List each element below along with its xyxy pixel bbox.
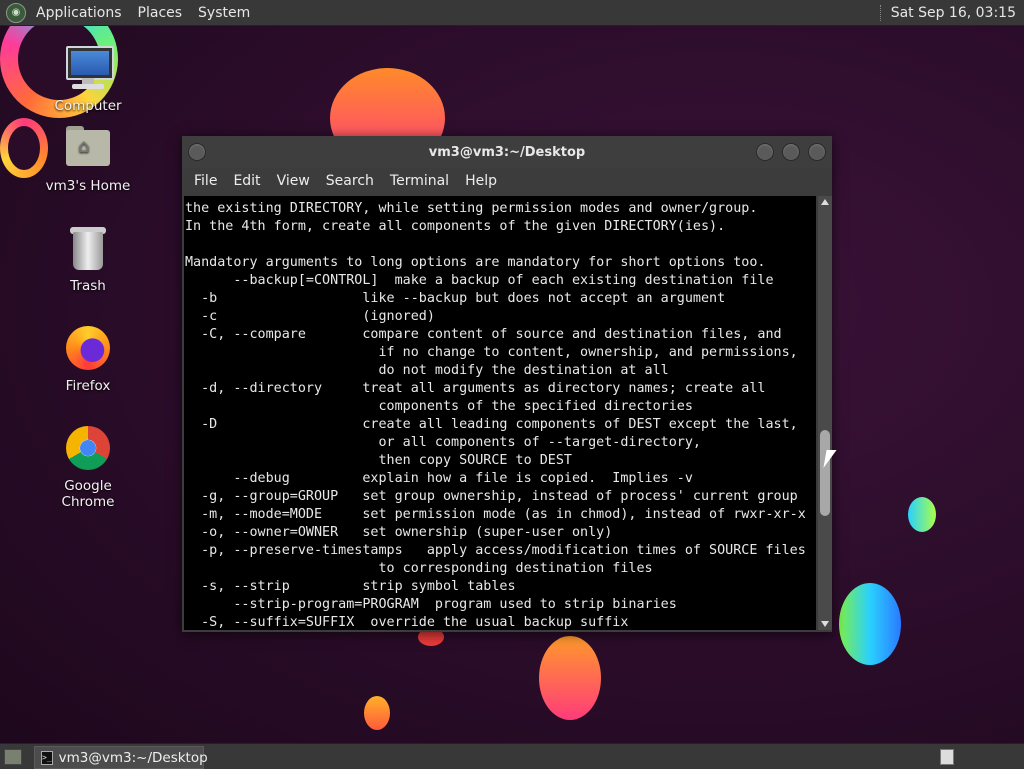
menu-system[interactable]: System <box>190 5 258 21</box>
wallpaper-orange-blob-bottom <box>539 636 601 720</box>
terminal-line: Mandatory arguments to long options are … <box>185 255 766 270</box>
terminal-line: do not modify the destination at all <box>185 363 669 378</box>
taskbar-item-label: vm3@vm3:~/Desktop <box>58 749 208 766</box>
terminal-line: -o, --owner=OWNER set ownership (super-u… <box>185 525 613 540</box>
terminal-line: In the 4th form, create all components o… <box>185 219 726 234</box>
terminal-line: components of the specified directories <box>185 399 693 414</box>
desktop-icon-label: Google Chrome <box>61 478 115 510</box>
terminal-title: vm3@vm3:~/Desktop <box>428 144 586 160</box>
terminal-scrollbar[interactable] <box>818 196 832 630</box>
terminal-text: the existing DIRECTORY, while setting pe… <box>184 196 816 630</box>
terminal-icon: >_ <box>41 750 53 765</box>
close-button[interactable] <box>808 143 826 161</box>
maximize-button[interactable] <box>782 143 800 161</box>
terminal-line: the existing DIRECTORY, while setting pe… <box>185 201 758 216</box>
terminal-line: -C, --compare compare content of source … <box>185 327 782 342</box>
chrome-icon <box>64 424 112 472</box>
show-desktop-icon[interactable] <box>4 749 22 765</box>
menu-terminal[interactable]: Terminal <box>382 173 457 189</box>
terminal-line: -D create all leading components of DEST… <box>185 417 798 432</box>
menu-view[interactable]: View <box>269 173 318 189</box>
terminal-menubar: File Edit View Search Terminal Help <box>182 168 832 194</box>
terminal-line: -b like --backup but does not accept an … <box>185 291 726 306</box>
menu-applications[interactable]: Applications <box>28 5 130 21</box>
menu-search[interactable]: Search <box>318 173 382 189</box>
wallpaper-green-blob <box>839 583 901 665</box>
desktop-icon-home[interactable]: ⌂ vm3's Home <box>38 124 138 194</box>
trash-icon <box>64 224 112 272</box>
terminal-line: if no change to content, ownership, and … <box>185 345 798 360</box>
wallpaper-blue-blob <box>908 497 936 532</box>
desktop-icon-firefox[interactable]: Firefox <box>38 324 138 394</box>
terminal-line: -s, --strip strip symbol tables <box>185 579 516 594</box>
terminal-line: --backup[=CONTROL] make a backup of each… <box>185 273 774 288</box>
bottom-panel: >_ vm3@vm3:~/Desktop <box>0 743 1024 769</box>
menu-edit[interactable]: Edit <box>225 173 268 189</box>
distro-logo-icon[interactable]: ◉ <box>6 2 26 23</box>
terminal-line: -c (ignored) <box>185 309 435 324</box>
panel-separator <box>879 4 883 21</box>
scroll-down-arrow-icon[interactable] <box>821 621 829 627</box>
taskbar-terminal-item[interactable]: >_ vm3@vm3:~/Desktop <box>34 746 208 769</box>
menu-file[interactable]: File <box>186 173 225 189</box>
terminal-line: -d, --directory treat all arguments as d… <box>185 381 766 396</box>
terminal-line: then copy SOURCE to DEST <box>185 453 572 468</box>
terminal-line: -m, --mode=MODE set permission mode (as … <box>185 507 806 522</box>
terminal-titlebar[interactable]: vm3@vm3:~/Desktop <box>182 136 832 168</box>
desktop-icon-computer[interactable]: Computer <box>38 44 138 114</box>
terminal-line: --debug explain how a file is copied. Im… <box>185 471 693 486</box>
terminal-line: -g, --group=GROUP set group ownership, i… <box>185 489 798 504</box>
scroll-up-arrow-icon[interactable] <box>821 199 829 205</box>
terminal-output[interactable]: the existing DIRECTORY, while setting pe… <box>184 196 816 630</box>
terminal-line: to corresponding destination files <box>185 561 653 576</box>
terminal-line: --strip-program=PROGRAM program used to … <box>185 597 677 612</box>
firefox-icon <box>64 324 112 372</box>
computer-icon <box>64 44 114 92</box>
terminal-line: -S, --suffix=SUFFIX override the usual b… <box>185 615 629 630</box>
window-menu-button[interactable] <box>188 143 206 161</box>
scrollbar-thumb[interactable] <box>820 430 830 516</box>
desktop-icon-trash[interactable]: Trash <box>38 224 138 294</box>
clock[interactable]: Sat Sep 16, 03:15 <box>879 4 1024 21</box>
home-folder-icon: ⌂ <box>64 124 112 172</box>
terminal-line: -p, --preserve-timestamps apply access/m… <box>185 543 806 558</box>
desktop-icon-chrome[interactable]: Google Chrome <box>38 424 138 510</box>
desktop-icon-label: vm3's Home <box>45 178 131 194</box>
desktop-icon-label: Trash <box>70 278 106 294</box>
desktop-icon-label: Firefox <box>65 378 111 394</box>
clock-label: Sat Sep 16, 03:15 <box>890 4 1016 21</box>
menu-help[interactable]: Help <box>457 173 505 189</box>
terminal-window[interactable]: vm3@vm3:~/Desktop File Edit View Search … <box>182 136 832 632</box>
top-panel: ◉ Applications Places System Sat Sep 16,… <box>0 0 1024 26</box>
mouse-pointer-icon <box>823 450 837 468</box>
terminal-line: or all components of --target-directory, <box>185 435 701 450</box>
wallpaper-small-orange-blob <box>364 696 390 730</box>
menu-places[interactable]: Places <box>130 5 191 21</box>
desktop-icon-label: Computer <box>54 98 122 114</box>
minimize-button[interactable] <box>756 143 774 161</box>
workspace-switcher[interactable] <box>940 749 954 765</box>
